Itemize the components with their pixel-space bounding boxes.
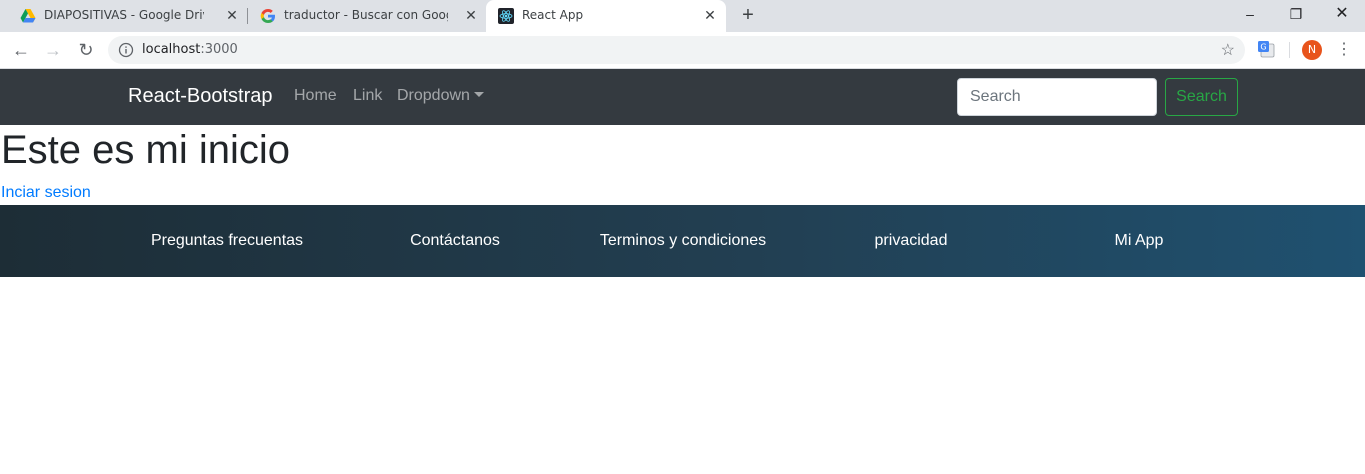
- navbar-brand[interactable]: React-Bootstrap: [128, 85, 273, 108]
- reload-icon[interactable]: ↻: [74, 38, 98, 62]
- react-icon: [498, 8, 514, 24]
- footer-link-faq[interactable]: Preguntas frecuentas: [151, 232, 303, 250]
- profile-avatar[interactable]: N: [1302, 40, 1322, 60]
- more-menu-icon[interactable]: ⋮: [1336, 38, 1352, 62]
- tab-google-search[interactable]: traductor - Buscar con Google ✕: [248, 0, 486, 32]
- close-tab-icon[interactable]: ✕: [463, 8, 479, 24]
- nav-link-link[interactable]: Link: [353, 87, 382, 105]
- nav-dropdown-label: Dropdown: [397, 87, 470, 104]
- google-icon: [260, 9, 275, 23]
- forward-arrow-icon[interactable]: →: [41, 38, 65, 62]
- tab-title: traductor - Buscar con Google: [284, 8, 448, 22]
- footer-bar: Preguntas frecuentas Contáctanos Termino…: [0, 205, 1365, 277]
- restore-icon[interactable]: ❐: [1273, 0, 1319, 30]
- tab-google-drive[interactable]: DIAPOSITIVAS - Google Drive ✕: [8, 0, 246, 32]
- browser-toolbar: ← → ↻ localhost:3000 ☆: [0, 32, 1365, 69]
- footer-link-privacy[interactable]: privacidad: [875, 232, 948, 250]
- close-tab-icon[interactable]: ✕: [702, 8, 718, 24]
- nav-dropdown-toggle[interactable]: Dropdown: [397, 87, 484, 105]
- page-title: Este es mi inicio: [1, 128, 290, 172]
- footer-link-my-app[interactable]: Mi App: [1115, 232, 1164, 250]
- search-input[interactable]: [957, 78, 1157, 116]
- footer-link-contact[interactable]: Contáctanos: [410, 232, 500, 250]
- close-window-icon[interactable]: ✕: [1319, 0, 1365, 30]
- new-tab-plus-icon[interactable]: +: [737, 4, 759, 26]
- tab-title: DIAPOSITIVAS - Google Drive: [44, 8, 204, 22]
- google-drive-icon: [20, 9, 36, 23]
- svg-text:G: G: [1260, 43, 1266, 52]
- minimize-icon[interactable]: –: [1227, 0, 1273, 30]
- search-button[interactable]: Search: [1165, 78, 1238, 116]
- tab-title: React App: [522, 8, 584, 22]
- login-link[interactable]: Inciar sesion: [1, 184, 91, 202]
- footer-link-terms[interactable]: Terminos y condiciones: [600, 232, 766, 250]
- browser-tab-strip: DIAPOSITIVAS - Google Drive ✕ traductor …: [0, 0, 1365, 32]
- address-bar[interactable]: localhost:3000 ☆: [108, 36, 1245, 64]
- top-navbar: React-Bootstrap Home Link Dropdown Searc…: [0, 69, 1365, 125]
- tab-react-app[interactable]: React App ✕: [486, 0, 726, 32]
- close-tab-icon[interactable]: ✕: [224, 8, 240, 24]
- google-translate-icon[interactable]: G: [1257, 40, 1275, 58]
- toolbar-divider: [1289, 42, 1290, 58]
- url-text: localhost:3000: [142, 42, 238, 57]
- url-host: localhost: [142, 42, 201, 57]
- caret-down-icon: [473, 92, 484, 97]
- nav-link-home[interactable]: Home: [294, 87, 337, 105]
- url-port: :3000: [200, 42, 238, 57]
- back-arrow-icon[interactable]: ←: [9, 38, 33, 62]
- bookmark-star-icon[interactable]: ☆: [1221, 40, 1235, 60]
- info-icon[interactable]: [118, 42, 134, 58]
